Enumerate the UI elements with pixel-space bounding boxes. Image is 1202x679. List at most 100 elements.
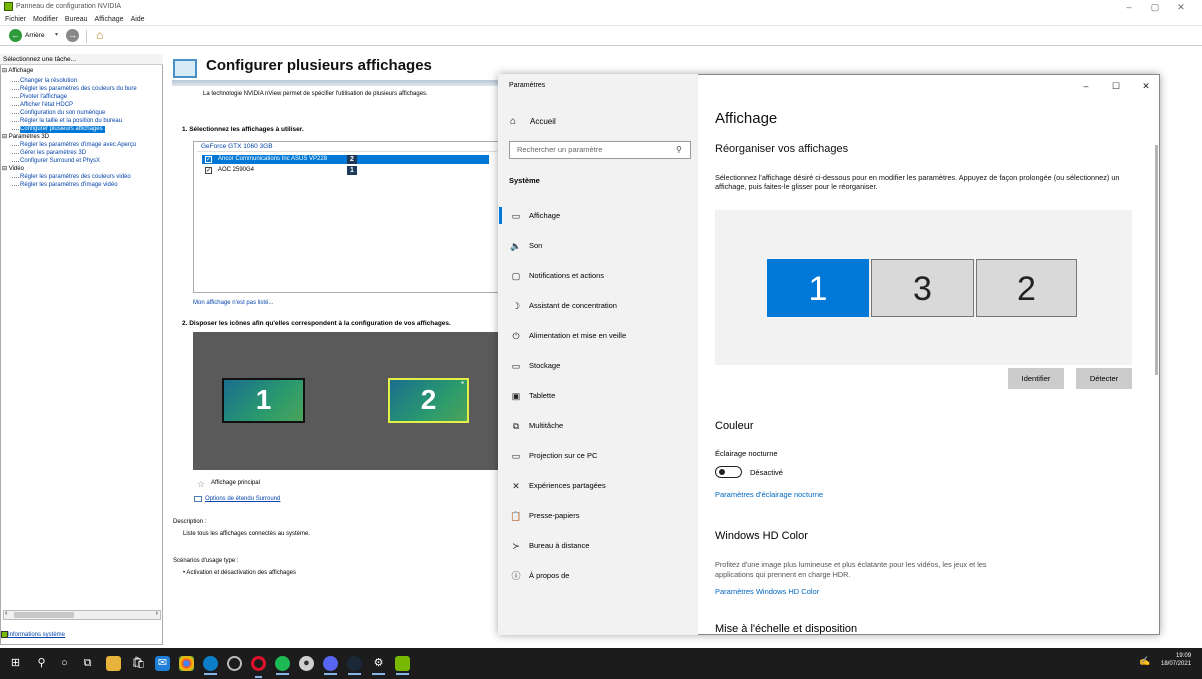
minimize-button[interactable]: – [1118, 1, 1140, 13]
tree-gerer-3d[interactable]: Gérer les paramètres 3D [11, 150, 86, 157]
opera-icon[interactable] [251, 656, 266, 678]
ubisoft-icon[interactable] [227, 656, 242, 671]
steam-icon[interactable] [347, 656, 362, 675]
settings-search-input[interactable]: Rechercher un paramètre [509, 141, 691, 159]
menu-fichier[interactable]: Fichier [5, 16, 26, 23]
search-icon[interactable]: ⚲ [676, 145, 682, 154]
night-light-toggle[interactable] [715, 466, 742, 478]
pen-icon[interactable]: ✍ [1139, 656, 1150, 667]
mail-icon[interactable]: ✉ [155, 656, 170, 671]
hd-color-settings-link[interactable]: Paramètres Windows HD Color [715, 587, 819, 596]
nav-presse-papiers[interactable]: 📋 Presse-papiers [509, 507, 694, 525]
nav-alimentation[interactable]: ⏻ Alimentation et mise en veille [509, 327, 694, 345]
display-row-aoc[interactable]: ✓ AOC 2590G4 [202, 166, 352, 175]
checkbox-checked-icon[interactable]: ✓ [205, 167, 212, 174]
taskbar-clock[interactable]: 19:09 18/07/2021 [1161, 652, 1191, 668]
projector-icon: ▭ [511, 451, 521, 461]
settings-monitor-1[interactable]: 1 [767, 259, 869, 317]
menu-bureau[interactable]: Bureau [65, 16, 88, 23]
sidebar-hscrollbar[interactable]: ‹ › [3, 610, 161, 620]
scenarios-heading: Scénarios d'usage type : [173, 558, 239, 564]
tree-hdcp[interactable]: Afficher l'état HDCP [11, 102, 73, 109]
surround-options-link[interactable]: Options de étendu Surround [205, 496, 280, 502]
color-heading: Couleur [715, 420, 754, 432]
nav-affichage[interactable]: ▭ Affichage [509, 207, 694, 225]
nvidia-icon[interactable] [395, 656, 410, 675]
tree-surround-physx[interactable]: Configurer Surround et PhysX [11, 158, 100, 165]
menu-affichage[interactable]: Affichage [95, 16, 124, 23]
night-light-settings-link[interactable]: Paramètres d'éclairage nocturne [715, 490, 823, 499]
detect-button[interactable]: Détecter [1076, 368, 1132, 389]
maximize-button[interactable]: ▢ [1144, 1, 1166, 13]
file-explorer-icon[interactable] [106, 656, 121, 671]
rearrange-instructions: Sélectionnez l'affichage désiré ci-desso… [715, 173, 1120, 191]
nav-projection[interactable]: ▭ Projection sur ce PC [509, 447, 694, 465]
forward-arrow-icon[interactable]: → [66, 29, 79, 42]
settings-monitor-2[interactable]: 2 [976, 259, 1077, 317]
tree-apercu[interactable]: Régler les paramètres d'image avec Aperç… [11, 142, 136, 149]
settings-heading: Affichage [715, 110, 778, 127]
spotify-icon[interactable] [275, 656, 290, 675]
storage-icon: ▭ [511, 361, 521, 371]
nav-multitache[interactable]: ⧉ Multitâche [509, 417, 694, 435]
close-button[interactable]: ✕ [1170, 1, 1192, 13]
home-icon[interactable]: ⌂ [96, 28, 103, 42]
edge-icon[interactable] [203, 656, 218, 675]
home-icon[interactable]: ⌂ [510, 116, 516, 127]
windows-start-icon[interactable]: ⊞ [8, 656, 23, 671]
settings-close-button[interactable]: ✕ [1136, 79, 1156, 93]
menu-aide[interactable]: Aide [131, 16, 145, 23]
system-info-icon [1, 631, 8, 638]
settings-maximize-button[interactable]: ☐ [1106, 79, 1126, 93]
nav-notifications[interactable]: ▢ Notifications et actions [509, 267, 694, 285]
tree-image-video[interactable]: Régler les paramètres d'image vidéo [12, 182, 118, 189]
toolbar-divider [86, 30, 87, 43]
task-view-icon[interactable]: ⧉ [80, 656, 95, 671]
arrange-monitor-1[interactable]: 1 [222, 378, 305, 423]
settings-monitor-3[interactable]: 3 [871, 259, 974, 317]
display-row-asus[interactable]: ✓ Ancor Communications Inc ASUS VP228 [202, 155, 489, 164]
tree-affichage[interactable]: ⊟ Affichage [2, 68, 33, 75]
back-button-label[interactable]: Arrière [25, 32, 45, 39]
search-icon[interactable]: ⚲ [34, 656, 49, 671]
identify-button[interactable]: Identifier [1008, 368, 1064, 389]
nav-a-propos[interactable]: ⓘ À propos de [509, 567, 694, 585]
store-icon[interactable]: 🛍 [131, 656, 146, 671]
cortana-icon[interactable]: ○ [57, 656, 72, 671]
tree-video[interactable]: ⊟ Vidéo [2, 166, 24, 173]
home-link[interactable]: Accueil [530, 117, 556, 126]
settings-scrollbar[interactable] [1155, 145, 1158, 375]
settings-gear-icon[interactable]: ⚙ [371, 656, 386, 675]
nav-stockage[interactable]: ▭ Stockage [509, 357, 694, 375]
nav-son[interactable]: 🔈 Son [509, 237, 694, 255]
menu-modifier[interactable]: Modifier [33, 16, 58, 23]
tree-taille-position[interactable]: Régler la taille et la position du burea… [11, 118, 122, 125]
back-arrow-icon[interactable]: ← [9, 29, 22, 42]
arrange-monitor-2[interactable]: 2 [388, 378, 469, 423]
section-system: Système [509, 176, 540, 185]
system-info-link[interactable]: Informations système [8, 632, 65, 638]
tree-pivoter[interactable]: Pivoter l'affichage [11, 94, 67, 101]
not-listed-link[interactable]: Mon affichage n'est pas listé... [193, 300, 273, 306]
tree-son-numerique[interactable]: Configuration du son numérique [11, 110, 105, 117]
settings-title: Paramètres [509, 82, 546, 89]
nav-experiences[interactable]: ✕ Expériences partagées [509, 477, 694, 495]
settings-minimize-button[interactable]: – [1076, 79, 1096, 93]
surround-icon [194, 496, 202, 502]
obs-icon[interactable]: ● [299, 656, 314, 671]
info-icon: ⓘ [511, 571, 521, 581]
nav-bureau-distance[interactable]: ≻ Bureau à distance [509, 537, 694, 555]
tree-couleurs-video[interactable]: Régler les paramètres des couleurs vidéo [12, 174, 131, 181]
nav-assistant[interactable]: ☽ Assistant de concentration [509, 297, 694, 315]
checkbox-checked-icon[interactable]: ✓ [205, 156, 212, 163]
discord-icon[interactable] [323, 656, 338, 675]
tree-changer-resolution[interactable]: Changer la résolution [11, 78, 77, 85]
nav-tablette[interactable]: ▣ Tablette [509, 387, 694, 405]
remote-icon: ≻ [512, 541, 520, 551]
back-dropdown-icon[interactable]: ▾ [55, 31, 58, 38]
tree-configurer-affichages[interactable]: Configurer plusieurs affichages [12, 126, 105, 133]
tree-couleurs-bureau[interactable]: Régler les paramètres des couleurs du bu… [12, 86, 137, 93]
page-description: La technologie NVIDIA nView permet de sp… [203, 91, 428, 97]
chrome-icon[interactable] [179, 656, 194, 671]
tree-parametres-3d[interactable]: ⊟ Paramètres 3D [2, 134, 49, 141]
